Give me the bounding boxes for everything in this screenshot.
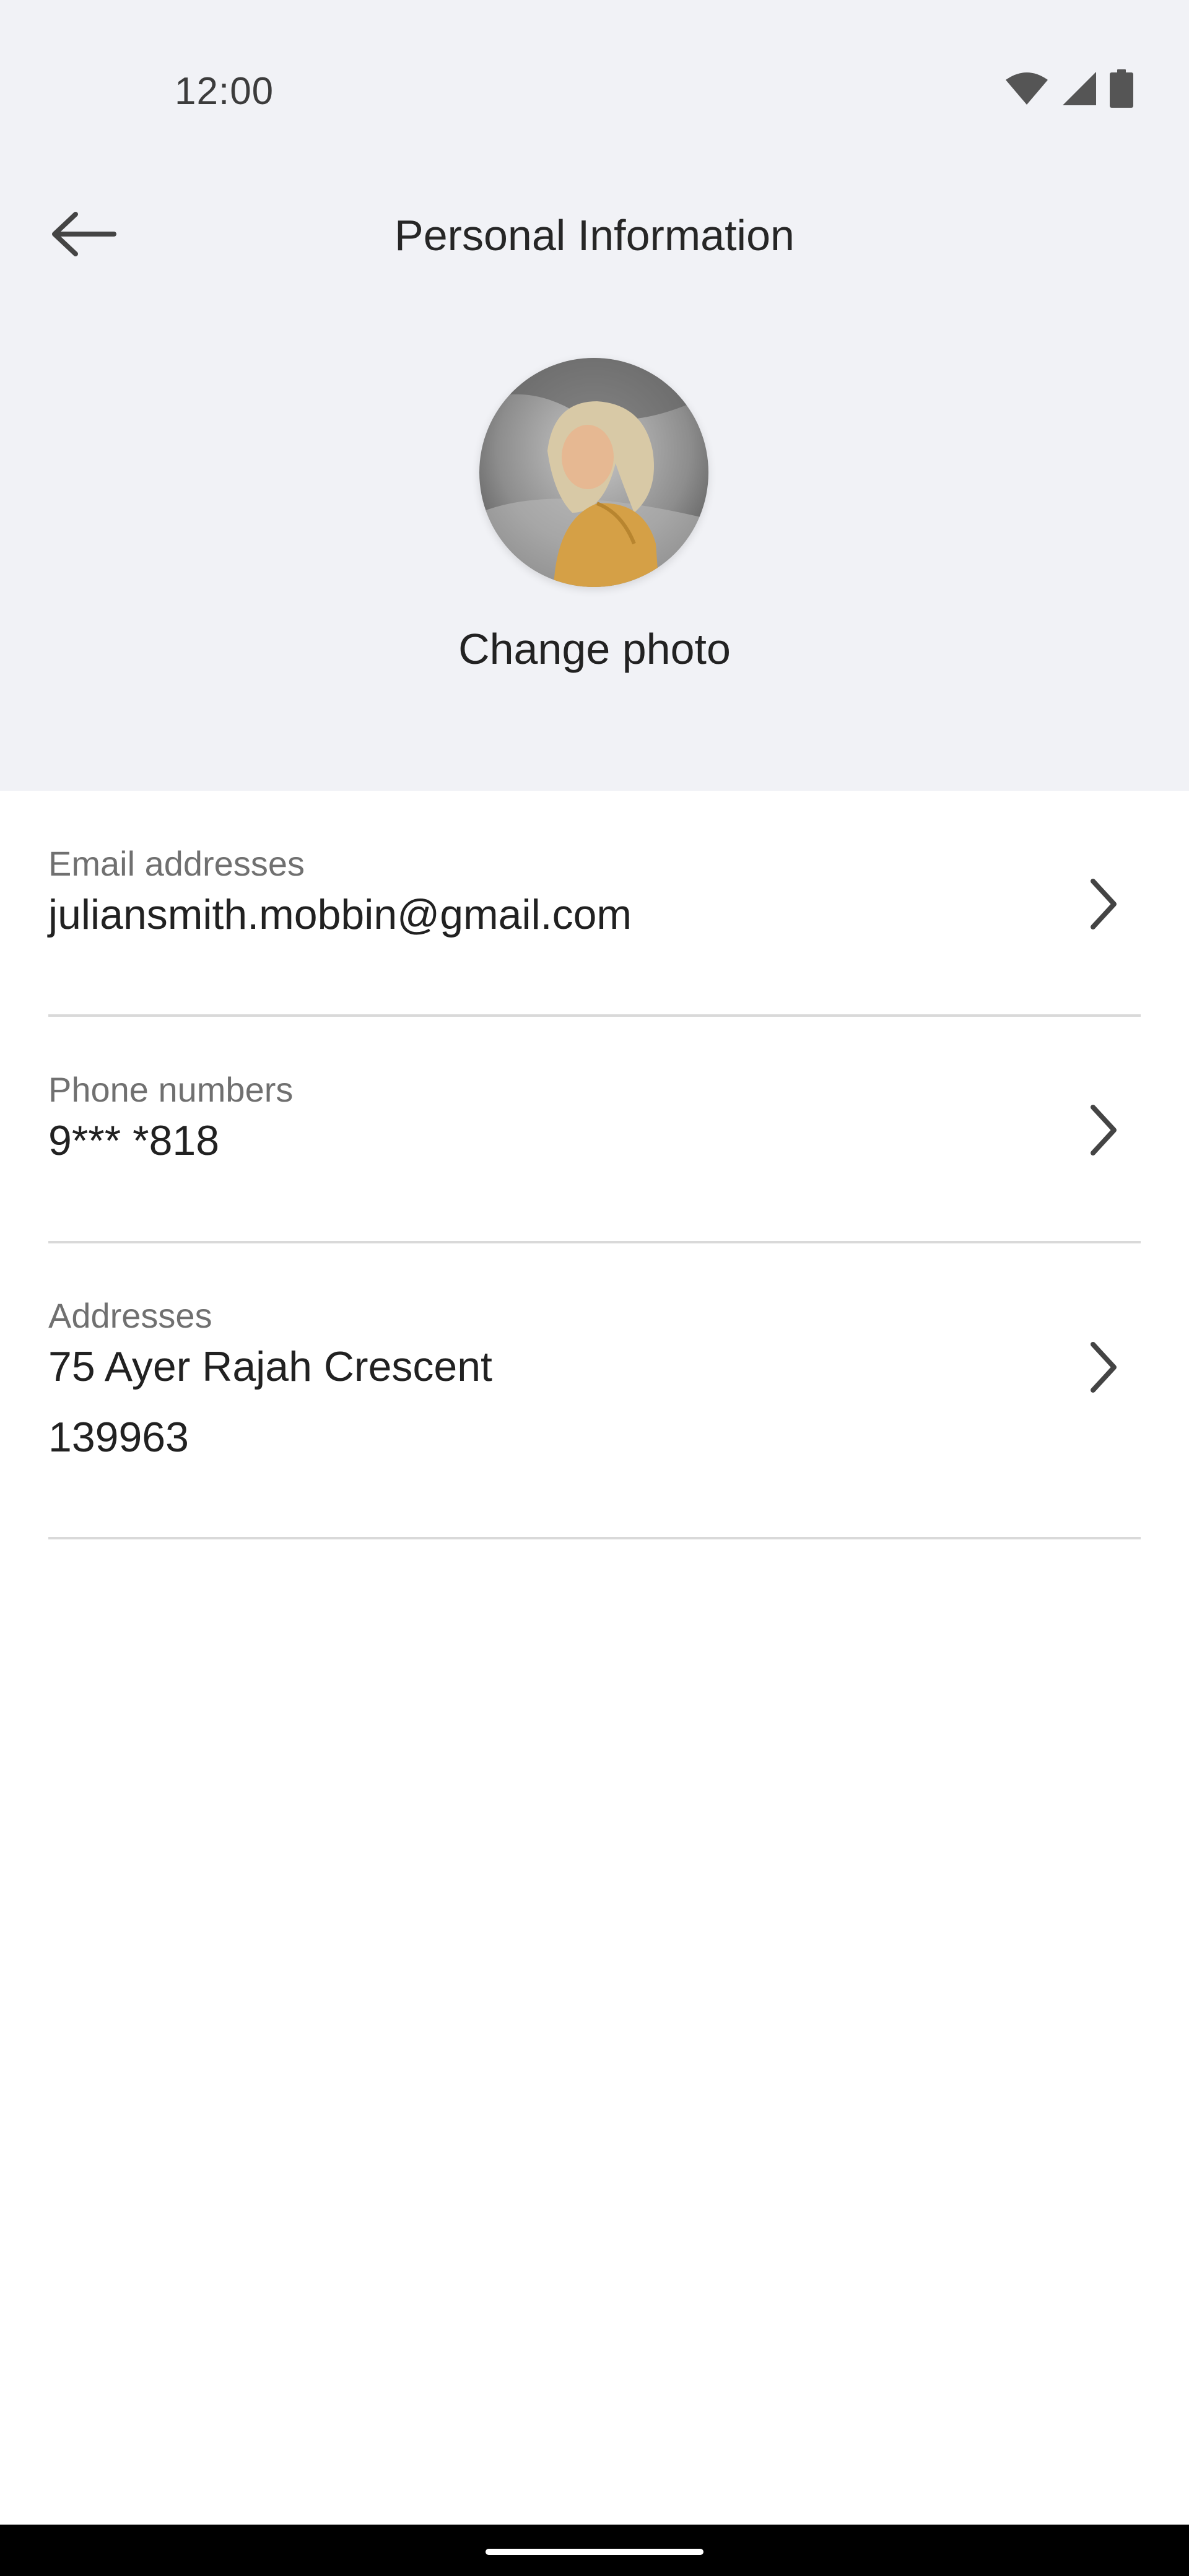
divider bbox=[48, 1014, 1141, 1017]
profile-avatar[interactable] bbox=[479, 358, 708, 587]
home-indicator[interactable] bbox=[486, 2549, 703, 2555]
wifi-icon bbox=[1004, 71, 1049, 109]
email-address-value: juliansmith.mobbin@gmail.com bbox=[48, 891, 632, 938]
page-title: Personal Information bbox=[394, 211, 795, 259]
address-line-1: 75 Ayer Rajah Crescent bbox=[48, 1343, 492, 1390]
status-time: 12:00 bbox=[175, 70, 274, 113]
change-photo-button[interactable]: Change photo bbox=[0, 618, 1189, 680]
divider bbox=[48, 1537, 1141, 1539]
chevron-right-icon bbox=[1079, 873, 1128, 935]
divider bbox=[48, 1241, 1141, 1243]
addresses-row[interactable]: Addresses 75 Ayer Rajah Crescent 139963 bbox=[48, 1276, 1141, 1536]
cellular-signal-icon bbox=[1061, 71, 1097, 110]
status-icons bbox=[1004, 68, 1133, 111]
chevron-right-icon bbox=[1079, 1099, 1128, 1161]
address-line-2: 139963 bbox=[48, 1414, 189, 1461]
battery-icon bbox=[1110, 69, 1133, 111]
chevron-right-icon bbox=[1079, 1336, 1128, 1398]
email-addresses-row[interactable]: Email addresses juliansmith.mobbin@gmail… bbox=[48, 824, 1141, 1016]
phone-numbers-row[interactable]: Phone numbers 9*** *818 bbox=[48, 1050, 1141, 1242]
phone-number-value: 9*** *818 bbox=[48, 1117, 220, 1164]
